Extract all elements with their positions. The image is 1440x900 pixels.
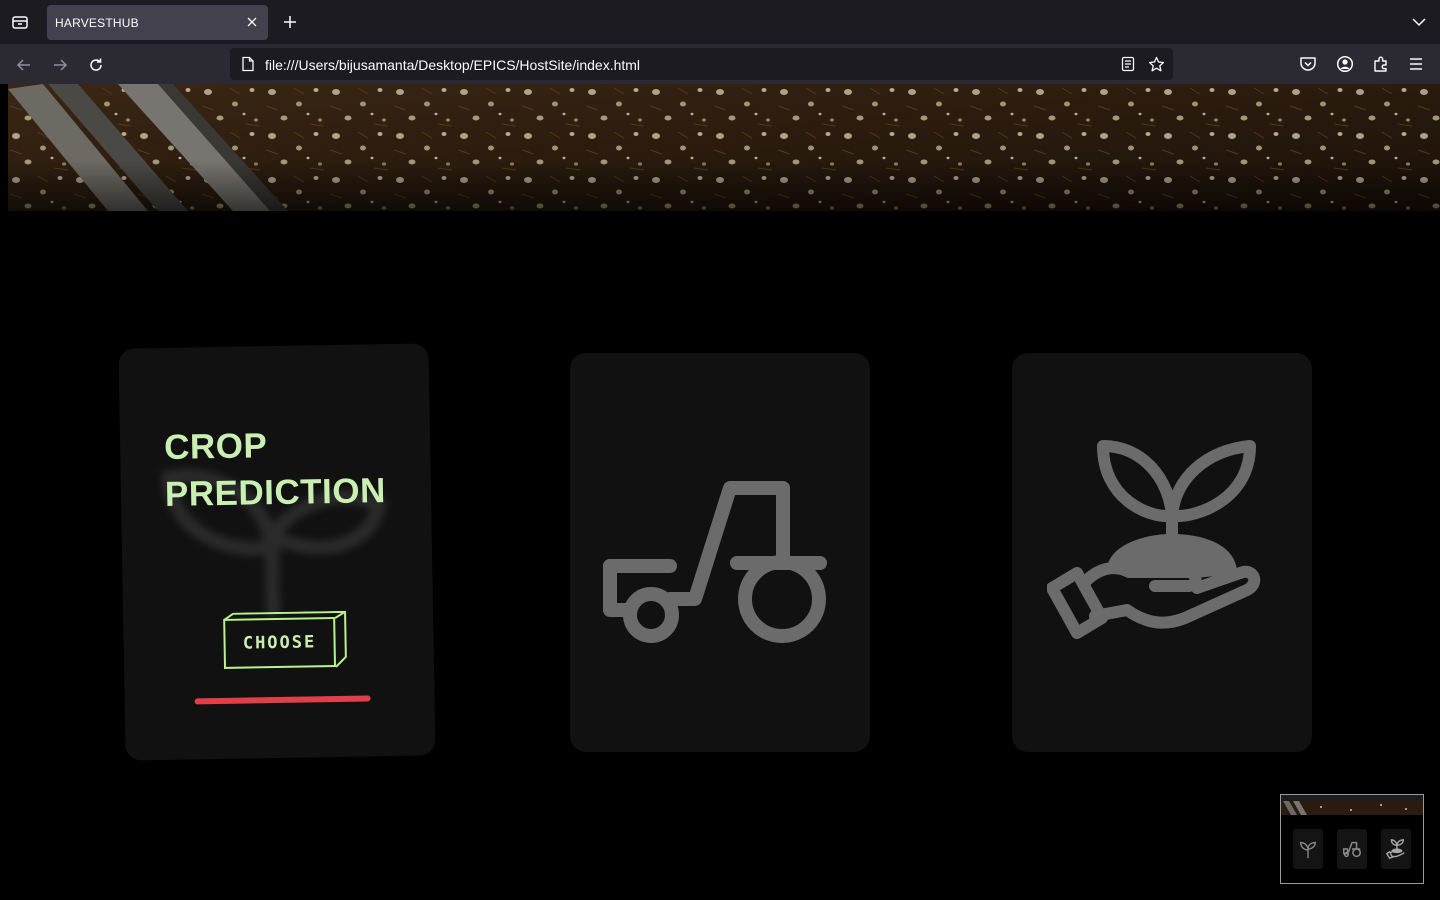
folder-icon bbox=[12, 16, 28, 29]
close-icon bbox=[247, 17, 257, 27]
card-title-line1: CROP bbox=[163, 426, 268, 467]
reload-icon bbox=[90, 58, 102, 71]
bookmark-button[interactable] bbox=[1147, 55, 1165, 73]
page-icon bbox=[242, 56, 254, 72]
new-tab-button[interactable] bbox=[279, 11, 301, 33]
star-icon bbox=[1148, 56, 1164, 71]
extensions-button[interactable] bbox=[1370, 53, 1392, 75]
soil-banner-image bbox=[8, 84, 1440, 211]
red-underline bbox=[194, 695, 371, 705]
choose-button-wrap: CHOOSE bbox=[223, 610, 350, 675]
puzzle-icon bbox=[1374, 56, 1387, 72]
menu-button[interactable] bbox=[1405, 53, 1427, 75]
back-button[interactable] bbox=[11, 52, 37, 78]
pocket-button[interactable] bbox=[1297, 53, 1319, 75]
arrow-left-icon bbox=[16, 59, 30, 71]
card-title: CROP PREDICTION bbox=[164, 420, 416, 518]
preview-card-tractor bbox=[1337, 829, 1367, 869]
web-page: CROP PREDICTION CHOOSE bbox=[0, 84, 1440, 900]
tab-title: HARVESTHUB bbox=[55, 16, 139, 30]
sprout-icon bbox=[1299, 841, 1317, 859]
tractor-icon bbox=[1342, 841, 1361, 858]
arrow-right-icon bbox=[54, 59, 68, 71]
url-bar[interactable]: file:///Users/bijusamanta/Desktop/EPICS/… bbox=[230, 48, 1173, 80]
preview-card-sprout bbox=[1293, 829, 1323, 869]
plant-in-hand-card[interactable] bbox=[1012, 353, 1312, 752]
reader-view-button[interactable] bbox=[1119, 55, 1137, 73]
forward-button[interactable] bbox=[47, 52, 73, 78]
reload-button[interactable] bbox=[83, 52, 109, 78]
url-text[interactable]: file:///Users/bijusamanta/Desktop/EPICS/… bbox=[265, 57, 640, 73]
preview-card-hand bbox=[1381, 829, 1411, 869]
preview-banner bbox=[1281, 795, 1423, 815]
chevron-down-icon bbox=[1412, 18, 1426, 27]
firefox-view-button[interactable] bbox=[8, 10, 32, 34]
tab-close-button[interactable] bbox=[244, 14, 260, 30]
reader-view-icon bbox=[1121, 56, 1135, 72]
page-preview-thumbnail[interactable] bbox=[1280, 794, 1424, 884]
account-button[interactable] bbox=[1334, 53, 1356, 75]
tractor-card[interactable] bbox=[570, 353, 870, 752]
plant-in-hand-icon bbox=[1385, 839, 1405, 859]
plant-in-hand-icon bbox=[1047, 439, 1261, 639]
pocket-icon bbox=[1300, 57, 1316, 71]
tab-bar: HARVESTHUB bbox=[0, 0, 1440, 44]
active-tab[interactable]: HARVESTHUB bbox=[47, 5, 268, 40]
plus-icon bbox=[284, 16, 296, 28]
hamburger-menu-icon bbox=[1410, 58, 1422, 70]
list-all-tabs-button[interactable] bbox=[1408, 11, 1430, 33]
account-icon bbox=[1336, 55, 1354, 73]
tractor-icon bbox=[603, 480, 827, 643]
choose-button[interactable]: CHOOSE bbox=[223, 616, 337, 669]
card-title-line2: PREDICTION bbox=[164, 471, 387, 514]
crop-prediction-card[interactable]: CROP PREDICTION CHOOSE bbox=[118, 343, 436, 761]
